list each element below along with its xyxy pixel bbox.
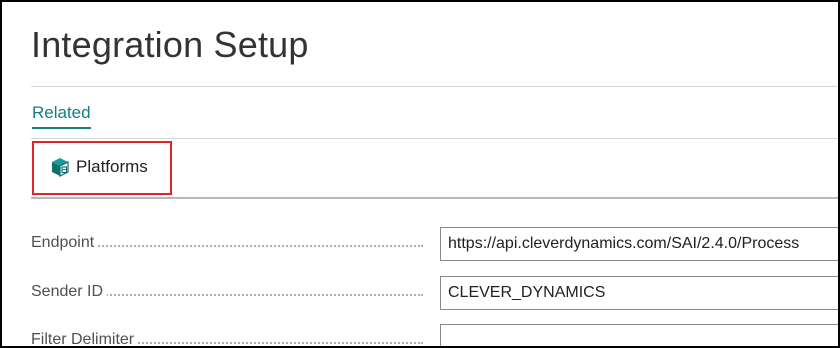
- field-row-filter-delimiter: Filter Delimiter: [31, 324, 838, 346]
- tab-divider: [31, 138, 838, 139]
- platforms-highlight-box: Platforms: [32, 141, 172, 195]
- field-row-sender-id: Sender ID: [31, 276, 838, 310]
- filter-delimiter-label: Filter Delimiter: [31, 331, 139, 346]
- sender-id-field[interactable]: [440, 276, 838, 310]
- platforms-label: Platforms: [76, 157, 148, 176]
- page-title: Integration Setup: [31, 24, 309, 65]
- tab-related[interactable]: Related: [32, 103, 91, 129]
- platforms-button[interactable]: Platforms: [50, 157, 148, 177]
- field-row-endpoint: Endpoint: [31, 227, 838, 261]
- platforms-cube-icon: [50, 157, 70, 177]
- title-divider: [31, 86, 838, 87]
- window-frame: Integration Setup Related Platforms Endp…: [0, 0, 840, 348]
- endpoint-field[interactable]: [440, 227, 838, 261]
- sender-id-label: Sender ID: [31, 283, 108, 301]
- endpoint-label: Endpoint: [31, 234, 99, 252]
- filter-delimiter-field[interactable]: [440, 324, 838, 346]
- actions-divider: [31, 197, 838, 199]
